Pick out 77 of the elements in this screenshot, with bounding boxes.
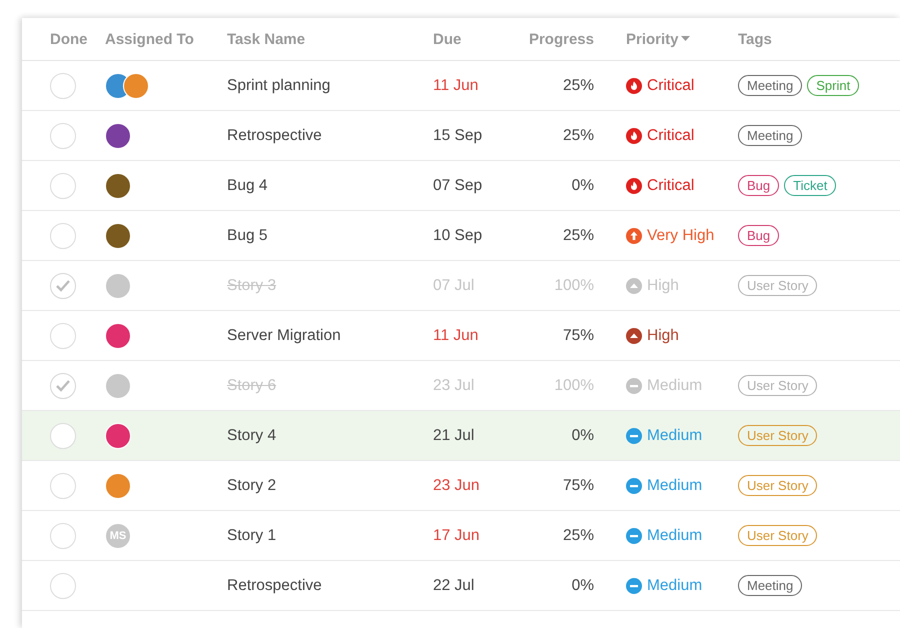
progress-value: 0%: [572, 576, 594, 594]
progress-value: 75%: [562, 476, 594, 494]
due-date: 22 Jul: [433, 576, 474, 594]
done-checkbox[interactable]: [50, 222, 76, 248]
due-date: 07 Jul: [433, 276, 474, 294]
table-row[interactable]: Bug 5 10 Sep 25% Very High Bug: [22, 211, 900, 261]
tag: Meeting: [738, 125, 802, 146]
done-checkbox[interactable]: [50, 322, 76, 348]
task-name: Story 2: [227, 476, 276, 494]
due-date: 11 Jun: [433, 326, 478, 344]
due-date: 11 Jun: [433, 76, 478, 94]
tag: User Story: [738, 525, 818, 546]
task-name: Retrospective: [227, 576, 322, 594]
priority-label: Medium: [647, 426, 702, 444]
table-row[interactable]: Bug 4 07 Sep 0% Critical Bug Ticket: [22, 161, 900, 211]
tag: User Story: [738, 375, 818, 396]
check-icon: [56, 280, 70, 292]
task-name: Retrospective: [227, 126, 322, 144]
progress-value: 25%: [562, 126, 594, 144]
task-name: Sprint planning: [227, 76, 330, 94]
progress-value: 25%: [562, 526, 594, 544]
table-row[interactable]: Retrospective 22 Jul 0% Medium Meeting: [22, 561, 900, 611]
task-name: Story 1: [227, 526, 276, 544]
tag: Bug: [738, 225, 780, 246]
due-date: 07 Sep: [433, 176, 482, 194]
table-row[interactable]: Server Migration 11 Jun 75% High: [22, 311, 900, 361]
due-date: 23 Jul: [433, 376, 474, 394]
task-name: Server Migration: [227, 326, 341, 344]
tag: User Story: [738, 425, 818, 446]
table-row[interactable]: Story 2 23 Jun 75% Medium User Story: [22, 461, 900, 511]
progress-value: 25%: [562, 226, 594, 244]
priority-label: Critical: [647, 176, 694, 194]
due-date: 23 Jun: [433, 476, 480, 494]
done-checkbox[interactable]: [50, 422, 76, 448]
progress-value: 25%: [562, 76, 594, 94]
priority-label: Critical: [647, 76, 694, 94]
priority-label: High: [647, 276, 679, 294]
tag: Meeting: [738, 75, 802, 96]
priority-label: Very High: [647, 226, 714, 244]
done-checkbox[interactable]: [50, 372, 76, 398]
tag: Meeting: [738, 575, 802, 596]
progress-value: 0%: [572, 426, 594, 444]
table-row[interactable]: Retrospective 15 Sep 25% Critical Meeting: [22, 111, 900, 161]
done-checkbox[interactable]: [50, 122, 76, 148]
progress-value: 100%: [554, 276, 594, 294]
due-date: 10 Sep: [433, 226, 482, 244]
check-icon: [56, 380, 70, 392]
task-name: Bug 4: [227, 176, 268, 194]
done-checkbox[interactable]: [50, 472, 76, 498]
progress-value: 75%: [562, 326, 594, 344]
table-row[interactable]: Sprint planning 11 Jun 25% Critical Meeting Sprint: [22, 61, 900, 111]
priority-label: Medium: [647, 576, 702, 594]
due-date: 17 Jun: [433, 526, 480, 544]
done-checkbox[interactable]: [50, 572, 76, 598]
table-row[interactable]: Story 4 21 Jul 0% Medium User Story: [22, 411, 900, 461]
tag: Sprint: [807, 75, 860, 96]
done-checkbox[interactable]: [50, 272, 76, 298]
priority-label: Medium: [647, 476, 702, 494]
progress-value: 0%: [572, 176, 594, 194]
done-checkbox[interactable]: [50, 522, 76, 548]
tag: User Story: [738, 475, 818, 496]
priority-label: Medium: [647, 526, 702, 544]
priority-label: Critical: [647, 126, 694, 144]
task-name: Bug 5: [227, 226, 268, 244]
task-name: Story 6: [227, 376, 276, 394]
task-name: Story 3: [227, 276, 276, 294]
done-checkbox[interactable]: [50, 172, 76, 198]
tag: User Story: [738, 275, 818, 296]
priority-label: Medium: [647, 376, 702, 394]
progress-value: 100%: [554, 376, 594, 394]
due-date: 21 Jul: [433, 426, 474, 444]
tag: Bug: [738, 175, 780, 196]
due-date: 15 Sep: [433, 126, 482, 144]
priority-label: High: [647, 326, 679, 344]
done-checkbox[interactable]: [50, 72, 76, 98]
task-name: Story 4: [227, 426, 276, 444]
tag: Ticket: [784, 175, 836, 196]
